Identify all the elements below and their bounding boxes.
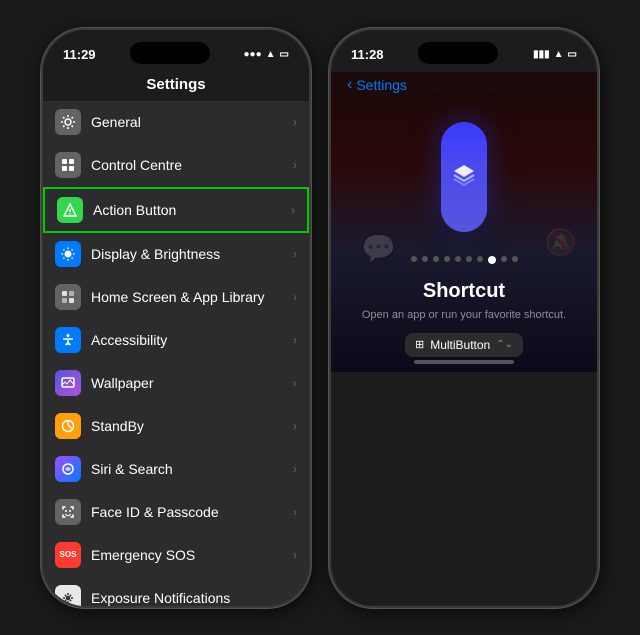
icon-action: [57, 197, 83, 223]
dot-9: [512, 256, 518, 262]
label-action: Action Button: [93, 202, 291, 218]
shortcut-title: Shortcut: [362, 280, 566, 303]
signal-bars-icon: ▮▮▮: [533, 49, 550, 60]
right-phone: 11:28 ▮▮▮ ▲ ▭ ‹ Settings 💬 🔕: [329, 28, 599, 608]
dot-1: [422, 256, 428, 262]
chevron-general: ›: [293, 115, 297, 129]
left-phone: 11:29 ●●● ▲ ▭ Settings General ›: [41, 28, 311, 608]
label-control: Control Centre: [91, 157, 293, 173]
chevron-display: ›: [293, 247, 297, 261]
icon-home: [55, 284, 81, 310]
settings-item-control[interactable]: Control Centre ›: [43, 144, 309, 187]
selector-chevron-icon: ⌃⌄: [496, 339, 513, 350]
dot-3: [444, 256, 450, 262]
settings-item-wallpaper[interactable]: Wallpaper ›: [43, 362, 309, 405]
back-chevron-icon: ‹: [347, 76, 352, 94]
action-button-pill: [441, 122, 487, 232]
icon-exposure: [55, 585, 81, 608]
bg-icon-right: 🔕: [545, 227, 577, 258]
time-right: 11:28: [351, 47, 384, 62]
action-button-screen: ‹ Settings 💬 🔕: [331, 72, 597, 372]
dot-0: [411, 256, 417, 262]
dynamic-island-left: [130, 42, 210, 64]
label-siri: Siri & Search: [91, 461, 293, 477]
label-accessibility: Accessibility: [91, 332, 293, 348]
shortcut-section: Shortcut Open an app or run your favorit…: [342, 280, 586, 357]
dot-4: [455, 256, 461, 262]
icon-wallpaper: [55, 370, 81, 396]
back-label: Settings: [356, 77, 407, 93]
page-indicator: [411, 256, 518, 264]
settings-item-standby[interactable]: StandBy ›: [43, 405, 309, 448]
icon-standby: [55, 413, 81, 439]
right-nav: ‹ Settings: [331, 72, 597, 102]
settings-item-faceid[interactable]: Face ID & Passcode ›: [43, 491, 309, 534]
chevron-wallpaper: ›: [293, 376, 297, 390]
icon-siri: [55, 456, 81, 482]
icon-sos: SOS: [55, 542, 81, 568]
selector-grid-icon: ⊞: [415, 338, 424, 351]
label-wallpaper: Wallpaper: [91, 375, 293, 391]
home-indicator-right: [414, 360, 514, 364]
label-display: Display & Brightness: [91, 246, 293, 262]
label-home: Home Screen & App Library: [91, 289, 293, 305]
status-icons-left: ●●● ▲ ▭: [244, 49, 289, 60]
chevron-sos: ›: [293, 548, 297, 562]
back-button[interactable]: ‹ Settings: [347, 76, 407, 94]
wifi-right-icon: ▲: [554, 49, 564, 60]
action-button-layers-icon: [450, 160, 478, 194]
bg-icon-left: 💬: [361, 232, 396, 265]
label-sos: Emergency SOS: [91, 547, 293, 563]
shortcut-description: Open an app or run your favorite shortcu…: [362, 309, 566, 321]
settings-section-1: General › Control Centre › Action Button…: [43, 101, 309, 608]
dot-6: [477, 256, 483, 262]
chevron-siri: ›: [293, 462, 297, 476]
chevron-exposure: ›: [293, 591, 297, 605]
settings-item-action[interactable]: Action Button ›: [43, 187, 309, 233]
nav-title-left: Settings: [43, 72, 309, 101]
battery-right-icon: ▭: [568, 49, 577, 60]
wifi-icon: ▲: [266, 49, 276, 60]
icon-general: [55, 109, 81, 135]
chevron-home: ›: [293, 290, 297, 304]
dot-2: [433, 256, 439, 262]
icon-control: [55, 152, 81, 178]
dynamic-island-right: [418, 42, 498, 64]
settings-item-general[interactable]: General ›: [43, 101, 309, 144]
selector-label: MultiButton: [430, 338, 490, 352]
chevron-standby: ›: [293, 419, 297, 433]
settings-item-accessibility[interactable]: Accessibility ›: [43, 319, 309, 362]
icon-accessibility: [55, 327, 81, 353]
label-exposure: Exposure Notifications: [91, 590, 293, 606]
shortcut-selector[interactable]: ⊞ MultiButton ⌃⌄: [405, 333, 523, 357]
status-icons-right: ▮▮▮ ▲ ▭: [533, 49, 577, 60]
status-bar-left: 11:29 ●●● ▲ ▭: [43, 30, 309, 72]
settings-list: General › Control Centre › Action Button…: [43, 101, 309, 608]
settings-item-exposure[interactable]: Exposure Notifications ›: [43, 577, 309, 608]
icon-faceid: [55, 499, 81, 525]
chevron-control: ›: [293, 158, 297, 172]
chevron-action: ›: [291, 203, 295, 217]
settings-item-display[interactable]: Display & Brightness ›: [43, 233, 309, 276]
time-left: 11:29: [63, 47, 96, 62]
battery-icon: ▭: [280, 49, 289, 60]
dot-7-active: [488, 256, 496, 264]
signal-icon: ●●●: [244, 49, 262, 60]
dot-8: [501, 256, 507, 262]
label-general: General: [91, 114, 293, 130]
settings-item-home[interactable]: Home Screen & App Library ›: [43, 276, 309, 319]
dot-5: [466, 256, 472, 262]
settings-item-sos[interactable]: SOS Emergency SOS ›: [43, 534, 309, 577]
label-standby: StandBy: [91, 418, 293, 434]
icon-display: [55, 241, 81, 267]
label-faceid: Face ID & Passcode: [91, 504, 293, 520]
status-bar-right: 11:28 ▮▮▮ ▲ ▭: [331, 30, 597, 72]
chevron-accessibility: ›: [293, 333, 297, 347]
settings-item-siri[interactable]: Siri & Search ›: [43, 448, 309, 491]
chevron-faceid: ›: [293, 505, 297, 519]
